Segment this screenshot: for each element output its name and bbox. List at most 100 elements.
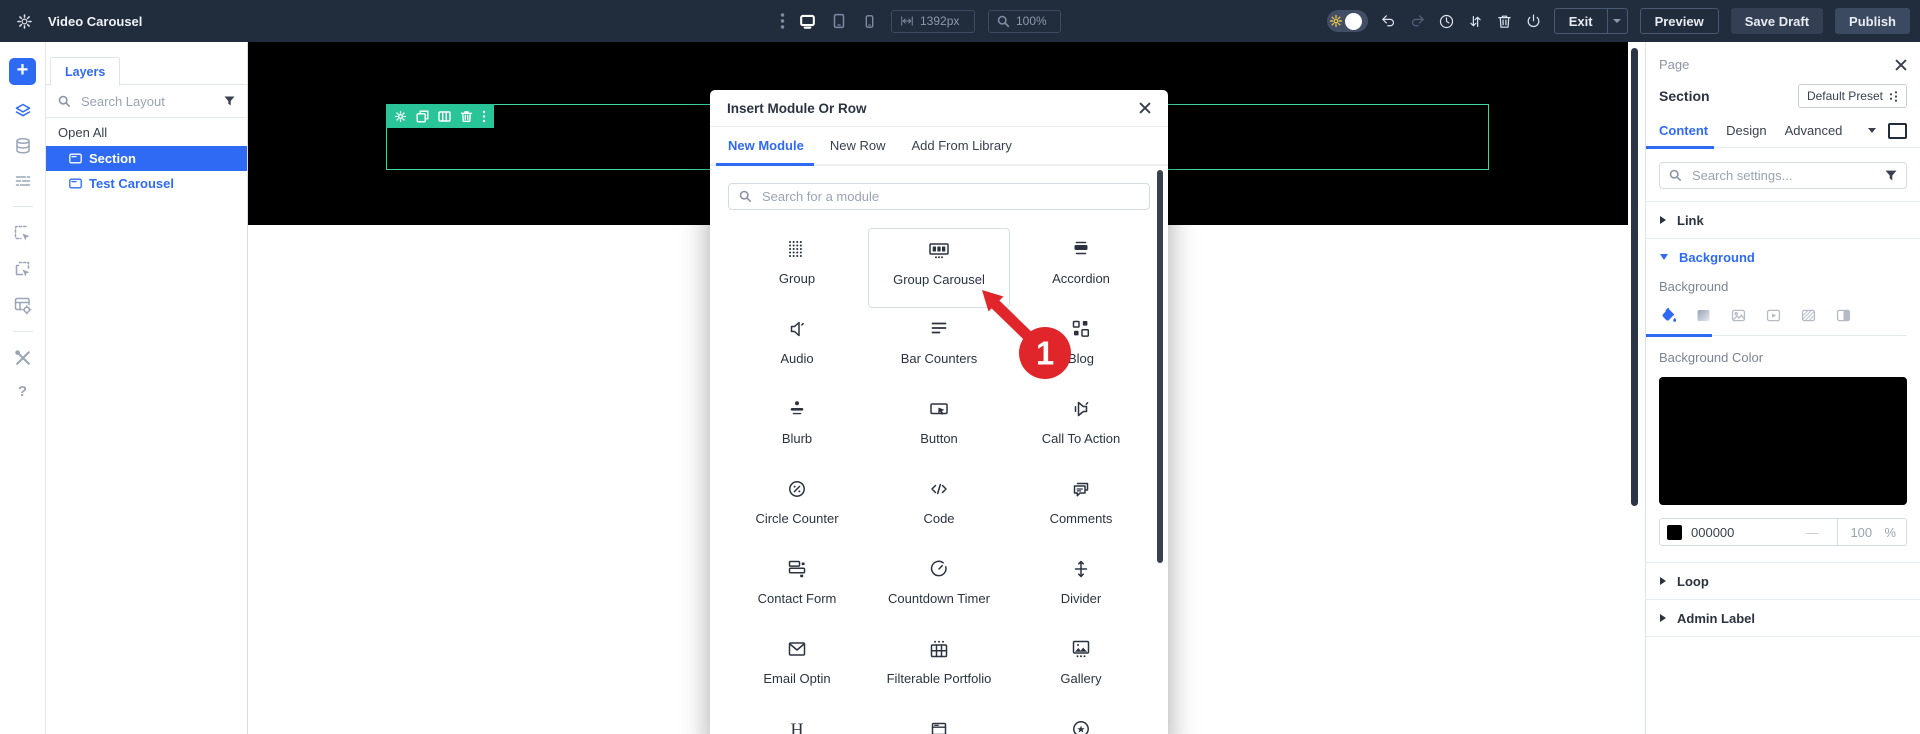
group-loop-toggle[interactable]: Loop <box>1646 563 1920 599</box>
opacity-field[interactable]: 100 % <box>1837 519 1906 545</box>
power-portability-icon[interactable] <box>1525 13 1542 30</box>
tab-new-module[interactable]: New Module <box>728 127 804 164</box>
section-trash-icon[interactable] <box>460 110 473 123</box>
tab-design[interactable]: Design <box>1726 123 1766 138</box>
image-background-icon[interactable] <box>1730 307 1747 324</box>
group-link-toggle[interactable]: Link <box>1646 202 1920 238</box>
undo-icon[interactable] <box>1380 13 1397 30</box>
mask-background-icon[interactable] <box>1835 307 1852 324</box>
group-label: Admin Label <box>1677 611 1755 626</box>
module-call-to-action[interactable]: Call To Action <box>1010 388 1152 468</box>
close-icon[interactable] <box>1895 59 1907 71</box>
tab-content[interactable]: Content <box>1659 123 1708 138</box>
settings-search-input[interactable] <box>1690 167 1877 184</box>
module-search-input[interactable] <box>760 188 1139 205</box>
fill-bucket-icon[interactable] <box>1659 306 1677 324</box>
default-preset-button[interactable]: Default Preset <box>1798 84 1907 108</box>
filter-funnel-icon[interactable] <box>1885 170 1897 181</box>
pointer-box-multi-icon[interactable] <box>13 260 32 279</box>
module-filterable-portfolio[interactable]: Filterable Portfolio <box>868 628 1010 708</box>
module-button[interactable]: Button <box>868 388 1010 468</box>
layout-search-input[interactable] <box>79 93 216 110</box>
columns-icon[interactable] <box>438 110 451 123</box>
save-draft-button[interactable]: Save Draft <box>1731 8 1823 34</box>
code-icon <box>927 477 951 501</box>
publish-button[interactable]: Publish <box>1835 8 1910 34</box>
module-circle-counter[interactable]: Circle Counter <box>726 468 868 548</box>
exit-dropdown-button[interactable] <box>1607 8 1628 34</box>
module-bar-counters[interactable]: Bar Counters <box>868 308 1010 388</box>
module-group[interactable]: Group <box>726 228 868 308</box>
color-chip[interactable] <box>1667 525 1682 540</box>
module-code[interactable]: Code <box>868 468 1010 548</box>
tab-add-from-library[interactable]: Add From Library <box>911 127 1011 164</box>
module-accordion[interactable]: Accordion <box>1010 228 1152 308</box>
settings-panel-scrollbar[interactable] <box>1631 48 1638 506</box>
module-label: Filterable Portfolio <box>887 671 992 686</box>
canvas-width-field[interactable] <box>891 10 975 33</box>
tab-advanced[interactable]: Advanced <box>1785 123 1843 138</box>
canvas-width-input[interactable] <box>920 14 966 28</box>
preview-button[interactable]: Preview <box>1640 8 1719 34</box>
module-blog[interactable]: Blog <box>1010 308 1152 388</box>
module-card[interactable] <box>868 708 1010 734</box>
redo-icon[interactable] <box>1409 13 1426 30</box>
tab-new-row[interactable]: New Row <box>830 127 886 164</box>
open-all-button[interactable]: Open All <box>46 118 247 146</box>
modal-close-icon[interactable] <box>1139 102 1151 114</box>
background-color-swatch[interactable] <box>1659 377 1907 505</box>
section-icon <box>69 178 82 189</box>
add-plus-button[interactable]: + <box>9 58 36 85</box>
canvas-zoom-field[interactable] <box>988 10 1061 33</box>
help-icon[interactable]: ? <box>18 383 27 400</box>
modal-scrollbar[interactable] <box>1157 170 1163 563</box>
section-more-dots-icon[interactable] <box>482 110 486 123</box>
builder-mode-toggle[interactable] <box>1327 10 1368 32</box>
module-email-optin[interactable]: Email Optin <box>726 628 868 708</box>
table-settings-icon[interactable] <box>13 296 32 315</box>
pattern-background-icon[interactable] <box>1800 307 1817 324</box>
breadcrumb[interactable]: Page <box>1659 57 1689 72</box>
opacity-value[interactable]: 100 <box>1850 525 1884 540</box>
filter-funnel-icon[interactable] <box>224 96 235 106</box>
phone-view-icon[interactable] <box>861 13 878 30</box>
pointer-box-icon[interactable] <box>13 224 32 243</box>
duplicate-icon[interactable] <box>416 110 429 123</box>
module-divider[interactable]: Divider <box>1010 548 1152 628</box>
module-group-carousel[interactable]: Group Carousel <box>868 228 1010 308</box>
desktop-view-icon[interactable] <box>798 12 817 31</box>
layers-icon[interactable] <box>14 102 32 120</box>
module-contact-form[interactable]: Contact Form <box>726 548 868 628</box>
canvas-zoom-input[interactable] <box>1016 14 1052 28</box>
comments-icon <box>1069 477 1093 501</box>
hex-value[interactable]: 000000 <box>1691 525 1796 540</box>
exit-button[interactable]: Exit <box>1554 8 1607 34</box>
sort-arrows-icon[interactable] <box>1467 13 1484 30</box>
active-tab-underline <box>1646 146 1714 149</box>
module-heading[interactable]: H <box>726 708 868 734</box>
module-blurb[interactable]: Blurb <box>726 388 868 468</box>
layer-item-section[interactable]: Section <box>46 146 247 171</box>
tablet-view-icon[interactable] <box>830 12 848 30</box>
module-audio[interactable]: Audio <box>726 308 868 388</box>
module-comments[interactable]: Comments <box>1010 468 1152 548</box>
tools-icon[interactable] <box>14 349 32 367</box>
module-icon-star[interactable] <box>1010 708 1152 734</box>
gradient-icon[interactable] <box>1695 307 1712 324</box>
video-background-icon[interactable] <box>1765 307 1782 324</box>
more-dots-icon[interactable] <box>780 12 785 30</box>
settings-gear-icon[interactable] <box>16 13 33 30</box>
group-admin-label-toggle[interactable]: Admin Label <box>1646 600 1920 636</box>
module-gallery[interactable]: Gallery <box>1010 628 1152 708</box>
history-clock-icon[interactable] <box>1438 13 1455 30</box>
chevron-down-icon[interactable] <box>1868 128 1876 133</box>
layer-item-test-carousel[interactable]: Test Carousel <box>46 171 247 196</box>
group-background-toggle[interactable]: Background <box>1646 239 1920 275</box>
trash-icon[interactable] <box>1496 13 1513 30</box>
wireframe-view-icon[interactable] <box>1888 123 1907 139</box>
module-countdown-timer[interactable]: Countdown Timer <box>868 548 1010 628</box>
section-settings-gear-icon[interactable] <box>394 110 407 123</box>
text-lines-icon[interactable] <box>14 172 32 190</box>
database-icon[interactable] <box>14 137 32 155</box>
tab-layers[interactable]: Layers <box>50 57 120 86</box>
